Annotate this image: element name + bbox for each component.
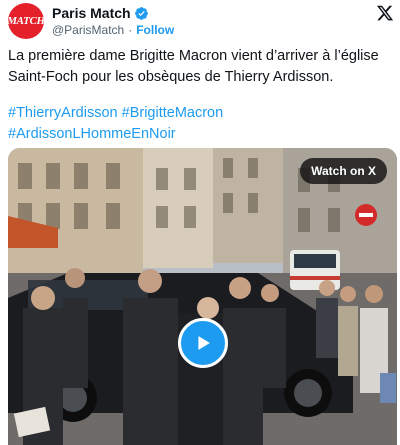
- display-name[interactable]: Paris Match: [52, 5, 131, 21]
- avatar-logo-text: MATCH: [8, 15, 44, 27]
- play-icon: [198, 336, 210, 350]
- x-logo-icon[interactable]: [376, 4, 394, 22]
- separator-dot: ·: [128, 23, 133, 37]
- hashtag-list: #ThierryArdisson #BrigitteMacron #Ardiss…: [8, 103, 394, 145]
- video-player[interactable]: Watch on X: [8, 148, 397, 445]
- verified-badge-icon: [134, 6, 148, 20]
- tweet-header: MATCH Paris Match @ParisMatch · Follow: [8, 3, 396, 39]
- handle-row: @ParisMatch · Follow: [52, 23, 174, 37]
- watch-on-x-button[interactable]: Watch on X: [300, 158, 387, 184]
- hashtag-link[interactable]: #ArdissonLHommeEnNoir: [8, 126, 176, 142]
- name-row: Paris Match: [52, 5, 149, 21]
- tweet-text: La première dame Brigitte Macron vient d…: [8, 48, 379, 85]
- handle[interactable]: @ParisMatch: [52, 23, 124, 37]
- hashtag-link[interactable]: #ThierryArdisson: [8, 105, 118, 121]
- video-thumbnail: [8, 148, 397, 445]
- hashtag-link[interactable]: #BrigitteMacron: [122, 105, 224, 121]
- follow-button[interactable]: Follow: [136, 23, 174, 37]
- play-button[interactable]: [178, 318, 228, 368]
- avatar[interactable]: MATCH: [8, 3, 44, 39]
